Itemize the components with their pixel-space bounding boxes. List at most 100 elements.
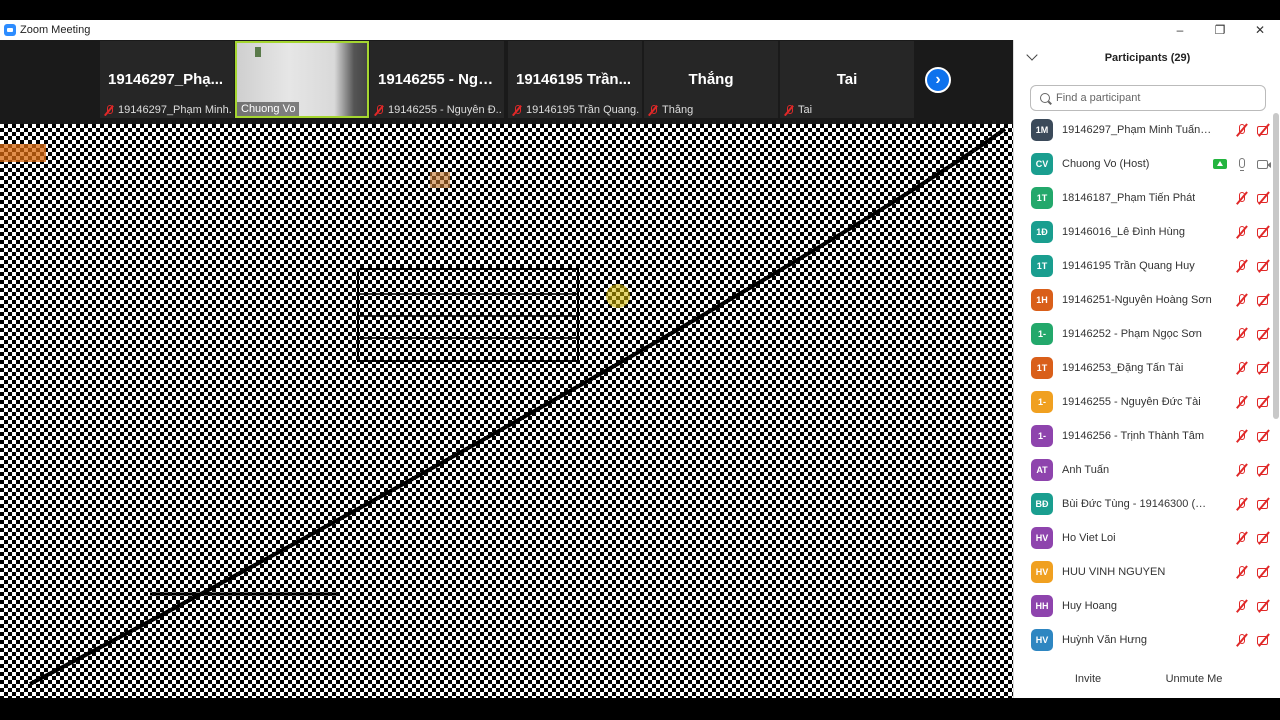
participant-status-icons — [1227, 123, 1271, 137]
participant-name: 19146016_Lê Đình Hùng — [1062, 226, 1185, 238]
tile-caption: Thắng — [648, 104, 776, 116]
minimize-button[interactable]: – — [1160, 20, 1200, 40]
muted-mic-icon — [374, 104, 384, 116]
participant-status-icons — [1227, 565, 1271, 579]
tile-caption-text: 19146297_Phạm Minh... — [118, 104, 232, 116]
participant-name: 19146195 Trần Quang Huy — [1062, 260, 1195, 272]
avatar: 1H — [1031, 289, 1053, 311]
participant-row[interactable]: 1- 19146255 - Nguyễn Đức Tài — [1014, 385, 1271, 419]
participant-name: Bùi Đức Tùng - 19146300 (Sam) — [1062, 498, 1212, 510]
participant-row[interactable]: 1- 19146256 - Trịnh Thành Tâm — [1014, 419, 1271, 453]
participant-name: 19146251-Nguyễn Hoàng Sơn — [1062, 294, 1212, 306]
video-camera-off-icon — [1257, 565, 1271, 579]
participants-footer: Invite Unmute Me — [1014, 658, 1280, 698]
avatar: 1T — [1031, 255, 1053, 277]
participant-row[interactable]: 1H 19146251-Nguyễn Hoàng Sơn — [1014, 283, 1271, 317]
video-camera-off-icon — [1257, 191, 1271, 205]
participant-search[interactable] — [1030, 85, 1266, 111]
microphone-muted-icon — [1235, 225, 1249, 239]
restore-button[interactable]: ❐ — [1200, 20, 1240, 40]
avatar: 1T — [1031, 187, 1053, 209]
participant-row[interactable]: 1T 19146195 Trần Quang Huy — [1014, 249, 1271, 283]
participants-header: Participants (29) — [1014, 40, 1280, 76]
avatar: AT — [1031, 459, 1053, 481]
participant-row[interactable]: HV Ho Viet Loi — [1014, 521, 1271, 555]
microphone-muted-icon — [1235, 293, 1249, 307]
search-input[interactable] — [1056, 92, 1256, 104]
tile-caption-text: 19146255 - Nguyễn Đ... — [388, 104, 502, 116]
tile-name-large: 19146297_Phạ... — [108, 71, 224, 88]
avatar: 1Đ — [1031, 221, 1053, 243]
participant-row[interactable]: 1T 18146187_Phạm Tiến Phát — [1014, 181, 1271, 215]
next-page-button[interactable]: › — [925, 67, 951, 93]
participant-status-icons — [1227, 463, 1271, 477]
video-camera-off-icon — [1257, 633, 1271, 647]
tile-caption-text: Chuong Vo — [241, 103, 296, 115]
participant-row[interactable]: HH Huy Hoang — [1014, 589, 1271, 623]
avatar: 1- — [1031, 323, 1053, 345]
microphone-muted-icon — [1235, 361, 1249, 375]
tile-name-large: 19146195 Trần... — [516, 71, 632, 88]
participant-row[interactable]: BĐ Bùi Đức Tùng - 19146300 (Sam) — [1014, 487, 1271, 521]
shared-screen — [0, 124, 1013, 698]
participant-status-icons — [1205, 157, 1271, 171]
participant-status-icons — [1227, 633, 1271, 647]
unmute-me-button[interactable]: Unmute Me — [1158, 668, 1230, 690]
participant-name: Huỳnh Văn Hưng — [1062, 634, 1148, 646]
participant-tile[interactable]: Tai Tai — [780, 41, 914, 118]
participant-row[interactable]: 1T 19146253_Đặng Tấn Tài — [1014, 351, 1271, 385]
avatar: 1- — [1031, 391, 1053, 413]
participant-row[interactable]: 1Đ 19146016_Lê Đình Hùng — [1014, 215, 1271, 249]
participant-status-icons — [1227, 327, 1271, 341]
participant-row[interactable]: 1M 19146297_Phạm Minh Tuấn (Me) — [1014, 113, 1271, 147]
participant-row[interactable]: 1- 19146252 - Phạm Ngọc Sơn — [1014, 317, 1271, 351]
video-camera-off-icon — [1257, 599, 1271, 613]
video-camera-off-icon — [1257, 293, 1271, 307]
tile-caption-text: 19146195 Trần Quang... — [526, 104, 640, 116]
avatar: 1T — [1031, 357, 1053, 379]
participant-row[interactable]: HV Huỳnh Văn Hưng — [1014, 623, 1271, 655]
avatar: 1M — [1031, 119, 1053, 141]
participant-row[interactable]: CV Chuong Vo (Host) — [1014, 147, 1271, 181]
participant-name: Huy Hoang — [1062, 600, 1118, 612]
microphone-muted-icon — [1235, 395, 1249, 409]
letterbox-bottom — [0, 698, 1280, 720]
participant-name: Chuong Vo (Host) — [1062, 158, 1150, 170]
tile-caption-text: Thắng — [662, 104, 694, 116]
participant-status-icons — [1227, 497, 1271, 511]
participant-list-scrollbar[interactable] — [1271, 113, 1280, 655]
participant-status-icons — [1227, 361, 1271, 375]
participant-status-icons — [1227, 191, 1271, 205]
participant-tile[interactable]: Thắng Thắng — [644, 41, 778, 118]
participant-row[interactable]: AT Anh Tuấn — [1014, 453, 1271, 487]
participant-tile[interactable]: 19146255 - Ngu... 19146255 - Nguyễn Đ... — [370, 41, 504, 118]
microphone-muted-icon — [1235, 327, 1249, 341]
microphone-icon — [1235, 157, 1249, 171]
avatar: HV — [1031, 561, 1053, 583]
participant-tile[interactable]: 19146195 Trần... 19146195 Trần Quang... — [508, 41, 642, 118]
window-controls: – ❐ ✕ — [1160, 20, 1280, 40]
scrollbar-thumb[interactable] — [1273, 113, 1279, 419]
participant-tile-video[interactable]: Chuong Vo — [235, 41, 369, 118]
tile-caption: 19146195 Trần Quang... — [512, 104, 640, 116]
tile-caption: Chuong Vo — [237, 102, 300, 116]
participant-list: 1M 19146297_Phạm Minh Tuấn (Me) CV Chuong V… — [1014, 113, 1271, 655]
video-camera-off-icon — [1257, 225, 1271, 239]
avatar: 1- — [1031, 425, 1053, 447]
microphone-muted-icon — [1235, 531, 1249, 545]
video-camera-off-icon — [1257, 361, 1271, 375]
participant-status-icons — [1227, 429, 1271, 443]
participant-row[interactable]: HV HUU VINH NGUYEN — [1014, 555, 1271, 589]
tile-name-large: Thắng — [688, 71, 734, 88]
invite-button[interactable]: Invite — [1070, 668, 1106, 690]
participant-name: Anh Tuấn — [1062, 464, 1110, 476]
microphone-muted-icon — [1235, 463, 1249, 477]
participant-tile[interactable]: 19146297_Phạ... 19146297_Phạm Minh... — [100, 41, 234, 118]
participant-name: 19146252 - Phạm Ngọc Sơn — [1062, 328, 1202, 340]
video-camera-icon — [1257, 157, 1271, 171]
participant-status-icons — [1227, 531, 1271, 545]
avatar: BĐ — [1031, 493, 1053, 515]
video-camera-off-icon — [1257, 531, 1271, 545]
close-button[interactable]: ✕ — [1240, 20, 1280, 40]
tile-caption: Tai — [784, 104, 912, 116]
